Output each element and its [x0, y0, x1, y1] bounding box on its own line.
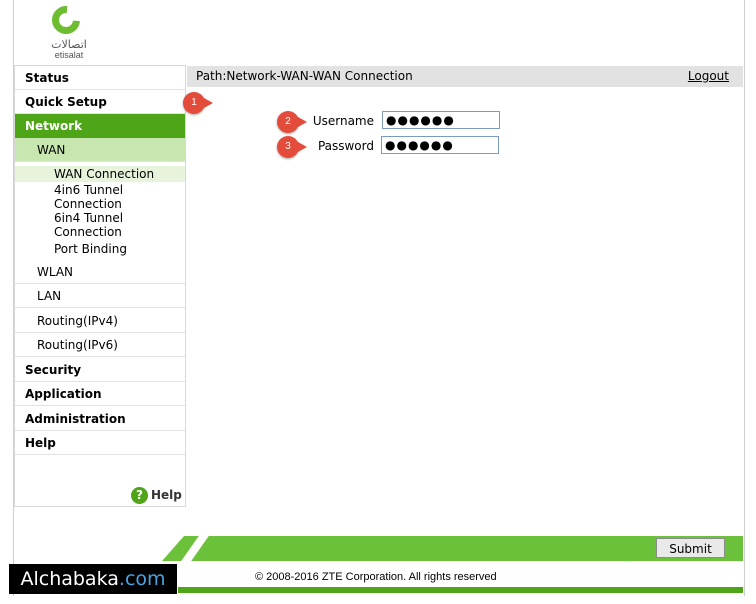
footer-stripe: [181, 536, 209, 561]
sidebar-item-wan[interactable]: WAN: [15, 138, 185, 162]
submit-button[interactable]: Submit: [656, 538, 725, 558]
sidebar-item-application[interactable]: Application: [15, 382, 185, 406]
sidebar-item-administration[interactable]: Administration: [15, 407, 185, 431]
sidebar-item-help[interactable]: Help: [15, 431, 185, 455]
breadcrumb: Path:Network-WAN-WAN Connection: [196, 69, 413, 83]
sidebar-item-routing-ipv4[interactable]: Routing(IPv4): [15, 309, 185, 333]
sidebar-subitem-wan-connection[interactable]: WAN Connection: [15, 166, 185, 182]
sidebar-subitem-port-binding[interactable]: Port Binding: [15, 242, 185, 256]
watermark-name: Alchabaka: [20, 568, 119, 590]
sidebar-item-network[interactable]: Network: [15, 114, 185, 138]
sidebar-item-status[interactable]: Status: [15, 66, 185, 90]
password-label: Password: [317, 139, 374, 153]
logo-text-english: etisalat: [54, 50, 84, 60]
sidebar-item-quick-setup[interactable]: Quick Setup: [15, 90, 185, 114]
sidebar-subitem-6in4-tunnel[interactable]: 6in4 Tunnel Connection: [15, 211, 145, 239]
help-link[interactable]: ? Help: [131, 485, 182, 505]
password-field[interactable]: ●●●●●●: [381, 136, 499, 154]
watermark-domain: .com: [118, 568, 166, 590]
bottom-accent-line: [178, 587, 743, 593]
sidebar: Status Quick Setup Network WAN WAN Conne…: [14, 65, 186, 507]
etisalat-logo: اتصالات etisalat: [46, 0, 90, 60]
footer-bar-cutout: [162, 536, 184, 561]
copyright-text: © 2008-2016 ZTE Corporation. All rights …: [255, 571, 497, 583]
help-link-label: Help: [151, 488, 182, 502]
step-marker-1: 1: [183, 92, 213, 114]
logout-link[interactable]: Logout: [688, 66, 729, 87]
sidebar-item-wlan[interactable]: WLAN: [15, 260, 185, 284]
sidebar-subitem-4in6-tunnel[interactable]: 4in6 Tunnel Connection: [15, 183, 145, 211]
sidebar-item-lan[interactable]: LAN: [15, 284, 185, 308]
breadcrumb-bar: Path:Network-WAN-WAN Connection Logout: [187, 66, 743, 87]
username-label: Username: [312, 114, 374, 128]
sidebar-item-routing-ipv6[interactable]: Routing(IPv6): [15, 333, 185, 357]
username-field[interactable]: ●●●●●●: [382, 111, 500, 129]
help-icon: ?: [131, 487, 148, 504]
sidebar-item-security[interactable]: Security: [15, 358, 185, 382]
etisalat-logo-icon: [46, 0, 86, 40]
watermark-logo: Alchabaka.com: [9, 564, 177, 594]
